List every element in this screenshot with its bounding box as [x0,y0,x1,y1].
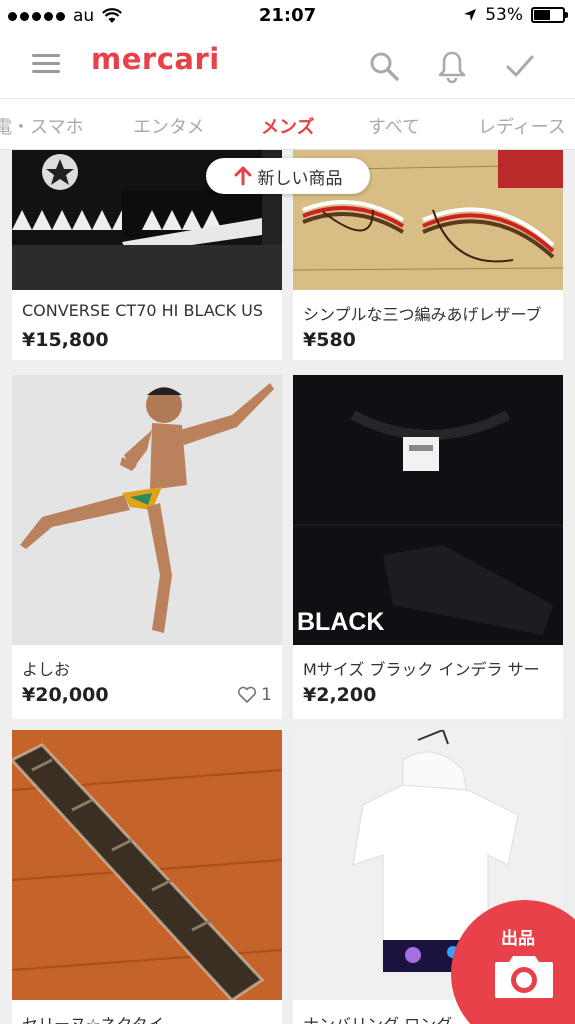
item-title: セリーヌ☆ネクタイ [22,1011,272,1024]
arrow-up-icon [234,166,251,186]
heart-icon [238,686,257,703]
checkmark-icon[interactable] [503,49,537,83]
battery-percent: 53% [485,5,523,25]
item-price: ¥15,800 [22,329,109,351]
item-title: CONVERSE CT70 HI BLACK US [22,301,264,320]
item-image [12,730,282,1000]
app-header: mercari [0,32,575,98]
item-image [12,375,282,645]
like-count-value: 1 [261,685,272,705]
item-price: ¥580 [303,329,356,351]
item-card-yoshio[interactable]: よしお ¥20,000 1 [12,375,282,719]
tab-ladies[interactable]: レディース [478,113,566,139]
camera-icon [495,956,553,998]
bell-icon[interactable] [435,49,469,83]
item-title: Mサイズ ブラック インデラ サー [303,660,540,679]
tab-all[interactable]: すべて [368,113,420,139]
location-arrow-icon [464,9,477,21]
item-title: よしお [22,660,71,679]
image-caption: BLACK [297,608,385,636]
search-icon[interactable] [367,49,401,83]
sell-button-label: 出品 [501,929,535,949]
item-card-black-thermal[interactable]: BLACK Mサイズ ブラック インデラ サー ¥2,200 [293,375,563,719]
tab-mens[interactable]: メンズ [261,113,315,139]
mercari-logo: mercari [91,42,220,76]
new-items-button[interactable]: 新しい商品 [206,158,370,194]
item-image: BLACK [293,375,563,645]
item-price: ¥20,000 [22,684,109,706]
battery-icon [531,7,568,23]
item-price: ¥2,200 [303,684,377,706]
item-card-celine-tie[interactable]: セリーヌ☆ネクタイ [12,730,282,1024]
like-count[interactable]: 1 [237,685,272,705]
item-title: シンプルな三つ編みあげレザーブ [303,305,542,324]
new-items-label: 新しい商品 [257,168,343,189]
category-tabs: 電・スマホ エンタメ メンズ すべて レディース [0,98,575,150]
status-bar: au 21:07 53% [0,0,575,32]
tab-entertainment[interactable]: エンタメ [133,113,204,139]
menu-icon[interactable] [32,54,60,74]
tab-electronics[interactable]: 電・スマホ [0,113,83,139]
